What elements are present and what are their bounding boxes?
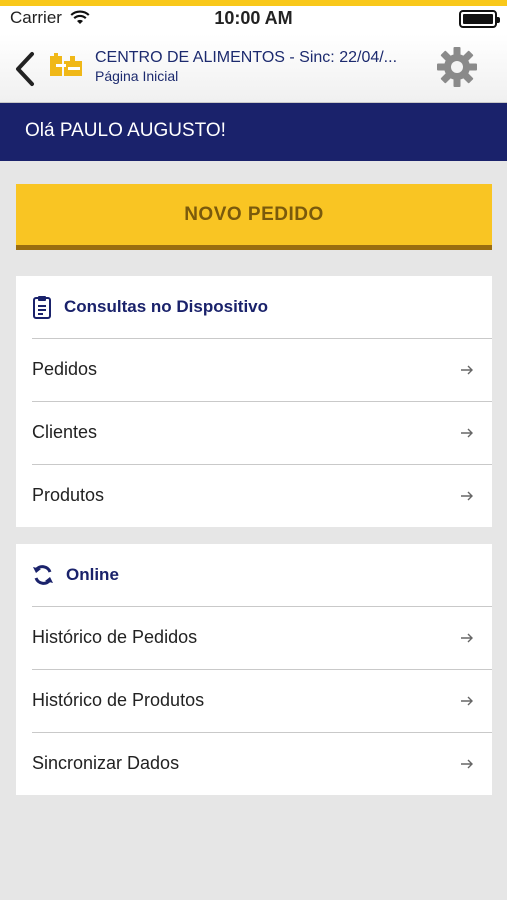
list-item-label: Pedidos — [32, 359, 98, 379]
card-header: Consultas no Dispositivo — [16, 276, 492, 338]
list-item-label: Sincronizar Dados — [32, 753, 180, 773]
status-bar: Carrier 10:00 AM — [0, 6, 507, 34]
new-order-button[interactable]: NOVO PEDIDO — [16, 184, 492, 250]
section-title: Online — [66, 565, 119, 584]
local-queries-card: Consultas no Dispositivo Pedidos Cliente… — [16, 276, 492, 527]
arrow-right-icon — [461, 759, 473, 769]
arrow-right-icon — [461, 428, 473, 438]
battery-icon — [459, 10, 500, 28]
section-title: Consultas no Dispositivo — [64, 297, 269, 316]
nav-subtitle: Página Inicial — [95, 68, 179, 84]
list-item-clientes[interactable]: Clientes — [16, 401, 492, 464]
logo-icon — [50, 53, 82, 76]
list-item-produtos[interactable]: Produtos — [16, 464, 492, 527]
arrow-right-icon — [461, 633, 473, 643]
list-item-historico-produtos[interactable]: Histórico de Produtos — [16, 669, 492, 732]
list-item-label: Clientes — [32, 422, 98, 442]
nav-title: CENTRO DE ALIMENTOS - Sinc: 22/04/... — [95, 49, 398, 66]
list-item-historico-pedidos[interactable]: Histórico de Pedidos — [16, 606, 492, 669]
arrow-right-icon — [461, 491, 473, 501]
list-item-label: Produtos — [32, 485, 105, 505]
list-item-pedidos[interactable]: Pedidos — [16, 338, 492, 401]
status-right — [459, 10, 500, 28]
navigation-bar: CENTRO DE ALIMENTOS - Sinc: 22/04/... Pá… — [0, 34, 507, 103]
list-item-sincronizar-dados[interactable]: Sincronizar Dados — [16, 732, 492, 795]
status-time: 10:00 AM — [214, 8, 293, 28]
clipboard-icon — [33, 296, 51, 319]
greeting-text: Olá PAULO AUGUSTO! — [25, 120, 226, 141]
online-card: Online Histórico de Pedidos Histórico de… — [16, 544, 492, 795]
list-item-label: Histórico de Produtos — [32, 690, 205, 710]
gear-icon[interactable] — [436, 46, 478, 88]
card-header: Online — [16, 544, 492, 606]
sync-icon — [33, 565, 53, 585]
back-chevron-icon[interactable] — [10, 50, 40, 88]
list-item-label: Histórico de Pedidos — [32, 627, 198, 647]
greeting-banner: Olá PAULO AUGUSTO! — [0, 103, 507, 161]
arrow-right-icon — [461, 696, 473, 706]
arrow-right-icon — [461, 365, 473, 375]
